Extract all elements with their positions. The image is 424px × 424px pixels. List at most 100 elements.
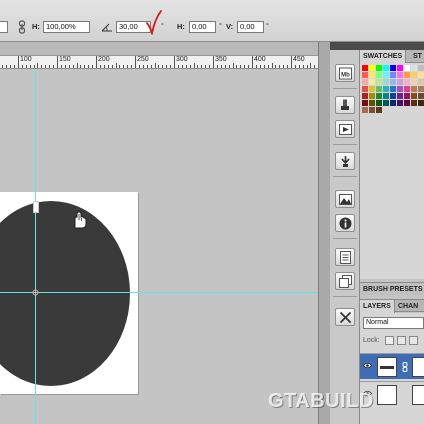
color-swatch[interactable] xyxy=(418,93,424,99)
color-swatch[interactable] xyxy=(397,93,403,99)
tab-channels[interactable]: CHAN xyxy=(395,300,421,313)
color-swatch[interactable] xyxy=(397,65,403,71)
ruler-tick xyxy=(260,65,261,68)
horizontal-ruler[interactable]: 100 150 200 250 300 350 400 450 xyxy=(0,56,318,69)
color-swatch[interactable] xyxy=(418,72,424,78)
color-swatch[interactable] xyxy=(362,93,368,99)
color-swatch[interactable] xyxy=(397,79,403,85)
color-swatch[interactable] xyxy=(411,79,417,85)
color-swatch[interactable] xyxy=(404,72,410,78)
height-field[interactable]: 100,00% xyxy=(43,21,90,33)
color-swatch[interactable] xyxy=(411,100,417,106)
color-swatch[interactable] xyxy=(383,72,389,78)
color-swatch[interactable] xyxy=(390,72,396,78)
tool-presets-button[interactable] xyxy=(335,152,355,170)
clone-source-button[interactable] xyxy=(335,96,355,114)
color-swatch[interactable] xyxy=(376,72,382,78)
lock-transparent-icon[interactable] xyxy=(385,336,394,345)
layer-thumbnail[interactable] xyxy=(377,385,397,405)
color-swatch[interactable] xyxy=(397,100,403,106)
tab-brush-presets[interactable]: BRUSH PRESETS xyxy=(360,283,424,296)
color-swatch[interactable] xyxy=(390,100,396,106)
notes-icon xyxy=(340,251,351,264)
tab-styles[interactable]: ST xyxy=(410,50,424,63)
color-swatch[interactable] xyxy=(404,86,410,92)
color-swatch[interactable] xyxy=(397,86,403,92)
color-swatch[interactable] xyxy=(362,107,368,113)
color-swatch[interactable] xyxy=(369,79,375,85)
tab-layers[interactable]: LAYERS xyxy=(360,300,395,313)
skew-h-field[interactable]: 0,00 xyxy=(189,21,216,33)
transform-handle[interactable] xyxy=(33,201,39,213)
color-swatch[interactable] xyxy=(376,79,382,85)
color-swatch[interactable] xyxy=(418,86,424,92)
color-swatch[interactable] xyxy=(369,93,375,99)
layer-row[interactable] xyxy=(360,353,424,379)
vertical-guide[interactable] xyxy=(35,70,36,424)
color-swatch[interactable] xyxy=(390,93,396,99)
tools-button[interactable] xyxy=(335,308,355,326)
color-swatch[interactable] xyxy=(404,79,410,85)
color-swatch[interactable] xyxy=(362,65,368,71)
navigator-button[interactable] xyxy=(335,190,355,208)
lock-brush-icon[interactable] xyxy=(397,336,406,345)
canvas-area[interactable] xyxy=(0,70,318,424)
history-button[interactable] xyxy=(335,272,355,290)
notes-button[interactable] xyxy=(335,248,355,266)
color-swatch[interactable] xyxy=(376,107,382,113)
panel-splitter[interactable] xyxy=(318,42,330,424)
lock-move-icon[interactable] xyxy=(409,336,418,345)
color-swatch[interactable] xyxy=(376,93,382,99)
ruler-tick xyxy=(127,65,128,68)
color-swatch[interactable] xyxy=(418,79,424,85)
layer-mask-thumbnail[interactable] xyxy=(412,385,424,405)
color-swatch[interactable] xyxy=(369,86,375,92)
color-swatch[interactable] xyxy=(369,100,375,106)
blend-mode-select[interactable]: Normal xyxy=(363,317,424,329)
mask-link-icon[interactable] xyxy=(402,362,408,372)
reference-y-field[interactable] xyxy=(0,21,8,33)
color-swatch[interactable] xyxy=(390,86,396,92)
color-swatch[interactable] xyxy=(376,100,382,106)
skew-v-field[interactable]: 0,00 xyxy=(237,21,264,33)
tab-swatches[interactable]: SWATCHES xyxy=(360,50,407,63)
color-swatch[interactable] xyxy=(390,79,396,85)
color-swatch[interactable] xyxy=(369,65,375,71)
actions-button[interactable] xyxy=(335,120,355,138)
link-icon[interactable] xyxy=(17,20,27,34)
ruler-tick xyxy=(119,65,120,68)
color-swatch[interactable] xyxy=(411,72,417,78)
color-swatch[interactable] xyxy=(390,65,396,71)
color-swatch[interactable] xyxy=(404,65,410,71)
color-swatch[interactable] xyxy=(418,100,424,106)
mini-bridge-button[interactable]: Mb xyxy=(335,64,355,82)
color-swatch[interactable] xyxy=(411,93,417,99)
color-swatch[interactable] xyxy=(362,72,368,78)
color-swatch[interactable] xyxy=(411,86,417,92)
horizontal-guide[interactable] xyxy=(0,292,318,293)
layer-thumbnail[interactable] xyxy=(377,357,397,377)
color-swatch[interactable] xyxy=(411,65,417,71)
color-swatch[interactable] xyxy=(404,100,410,106)
color-swatch[interactable] xyxy=(397,72,403,78)
color-swatch[interactable] xyxy=(362,86,368,92)
color-swatch[interactable] xyxy=(418,65,424,71)
color-swatch[interactable] xyxy=(376,86,382,92)
color-swatch[interactable] xyxy=(383,79,389,85)
color-swatch[interactable] xyxy=(362,100,368,106)
ruler-tick xyxy=(108,65,109,68)
layer-mask-thumbnail[interactable] xyxy=(412,357,424,377)
color-swatch[interactable] xyxy=(383,93,389,99)
color-swatch[interactable] xyxy=(376,65,382,71)
visibility-eye-icon[interactable] xyxy=(363,362,372,369)
info-button[interactable] xyxy=(335,214,355,232)
color-swatch[interactable] xyxy=(383,65,389,71)
ruler-label: 200 xyxy=(98,56,110,63)
color-swatch[interactable] xyxy=(383,100,389,106)
color-swatch[interactable] xyxy=(404,93,410,99)
color-swatch[interactable] xyxy=(369,72,375,78)
color-swatch[interactable] xyxy=(362,79,368,85)
color-swatch[interactable] xyxy=(383,86,389,92)
color-swatch[interactable] xyxy=(369,107,375,113)
reference-point-marker[interactable] xyxy=(31,288,40,297)
